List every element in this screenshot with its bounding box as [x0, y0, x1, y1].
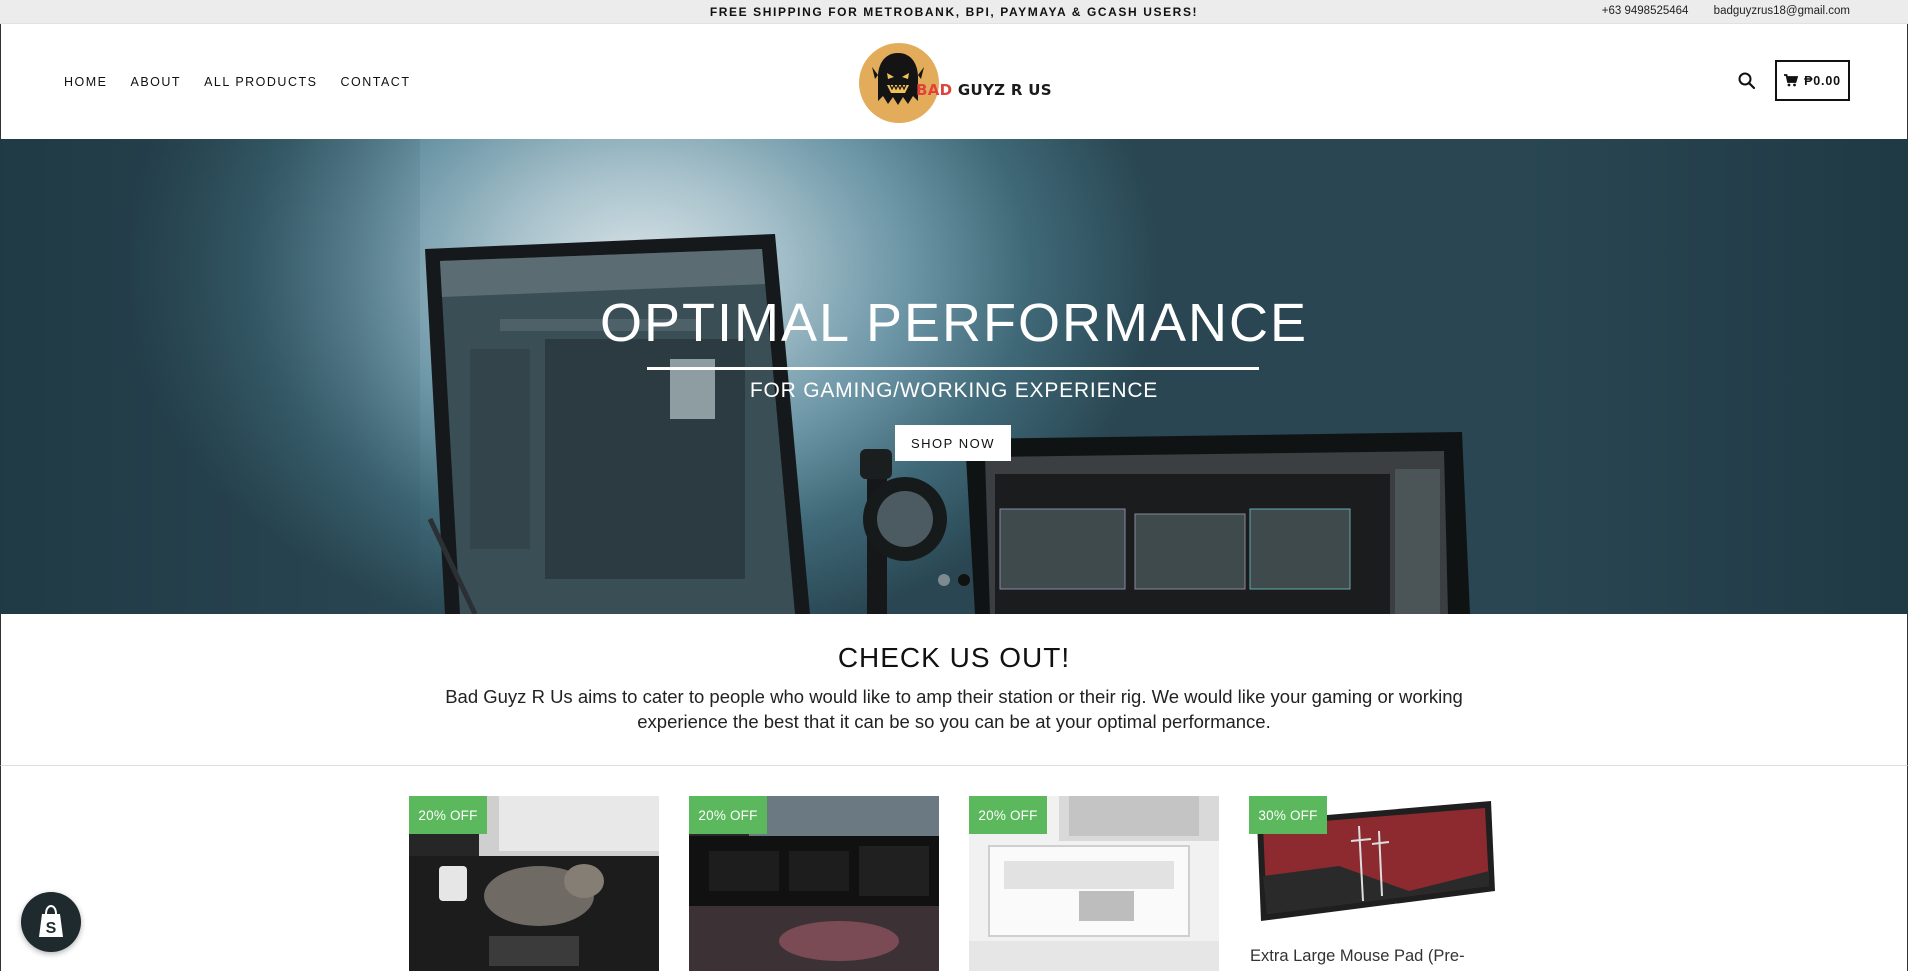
- discount-badge: 20% OFF: [409, 796, 487, 834]
- announcement-bar: FREE SHIPPING FOR METROBANK, BPI, PAYMAY…: [0, 0, 1908, 24]
- shopify-bag-icon: S: [39, 905, 63, 937]
- intro-section: CHECK US OUT! Bad Guyz R Us aims to cate…: [0, 614, 1908, 766]
- cart-button[interactable]: ₱0.00: [1775, 60, 1850, 101]
- logo-word-bad: BAD: [916, 81, 953, 99]
- cart-total: ₱0.00: [1804, 73, 1841, 88]
- hero-background-image: [425, 234, 1470, 614]
- hero-divider: [647, 367, 1259, 370]
- hero-slideshow: OPTIMAL PERFORMANCE FOR GAMING/WORKING E…: [0, 139, 1908, 614]
- logo-wordmark: BAD GUYZ R US: [916, 81, 1052, 99]
- ghost-logo-icon: [872, 53, 924, 105]
- site-logo[interactable]: BAD GUYZ R US: [858, 43, 1052, 123]
- product-card[interactable]: 20% OFF: [409, 796, 659, 971]
- intro-text: Bad Guyz R Us aims to cater to people wh…: [445, 686, 1463, 732]
- email-address[interactable]: badguyzrus18@gmail.com: [1714, 5, 1850, 17]
- shop-now-button[interactable]: SHOP NOW: [895, 425, 1011, 461]
- shopify-button[interactable]: S: [21, 892, 81, 952]
- logo-word-rest: GUYZ R US: [952, 81, 1052, 99]
- slide-dot-1[interactable]: [938, 574, 950, 586]
- product-grid: 20% OFF 20% OFF 20% OFF 30% OFF Extra La…: [0, 766, 1908, 971]
- discount-badge: 20% OFF: [689, 796, 767, 834]
- search-button[interactable]: [1737, 71, 1757, 91]
- product-card[interactable]: 30% OFF: [1249, 796, 1499, 971]
- site-header: HOME ABOUT ALL PRODUCTS CONTACT BAD GUYZ…: [0, 24, 1908, 139]
- phone-number[interactable]: +63 9498525464: [1602, 5, 1689, 17]
- svg-text:S: S: [46, 920, 57, 937]
- product-card[interactable]: 20% OFF: [689, 796, 939, 971]
- cart-icon: [1784, 74, 1799, 87]
- hero-title: OPTIMAL PERFORMANCE: [599, 293, 1309, 353]
- main-nav: HOME ABOUT ALL PRODUCTS CONTACT: [64, 75, 433, 89]
- hero-subtitle: FOR GAMING/WORKING EXPERIENCE: [749, 379, 1159, 402]
- product-card[interactable]: 20% OFF: [969, 796, 1219, 971]
- discount-badge: 30% OFF: [1249, 796, 1327, 834]
- search-icon: [1738, 72, 1756, 90]
- intro-heading: CHECK US OUT!: [837, 642, 1071, 673]
- discount-badge: 20% OFF: [969, 796, 1047, 834]
- nav-about[interactable]: ABOUT: [131, 75, 182, 89]
- slide-dot-2[interactable]: [958, 574, 970, 586]
- product-title[interactable]: Extra Large Mouse Pad (Pre-: [1250, 947, 1465, 966]
- nav-home[interactable]: HOME: [64, 75, 108, 89]
- slideshow-dots: [938, 574, 970, 586]
- contact-info: +63 9498525464 badguyzrus18@gmail.com: [1580, 5, 1850, 17]
- nav-contact[interactable]: CONTACT: [340, 75, 410, 89]
- nav-all-products[interactable]: ALL PRODUCTS: [204, 75, 317, 89]
